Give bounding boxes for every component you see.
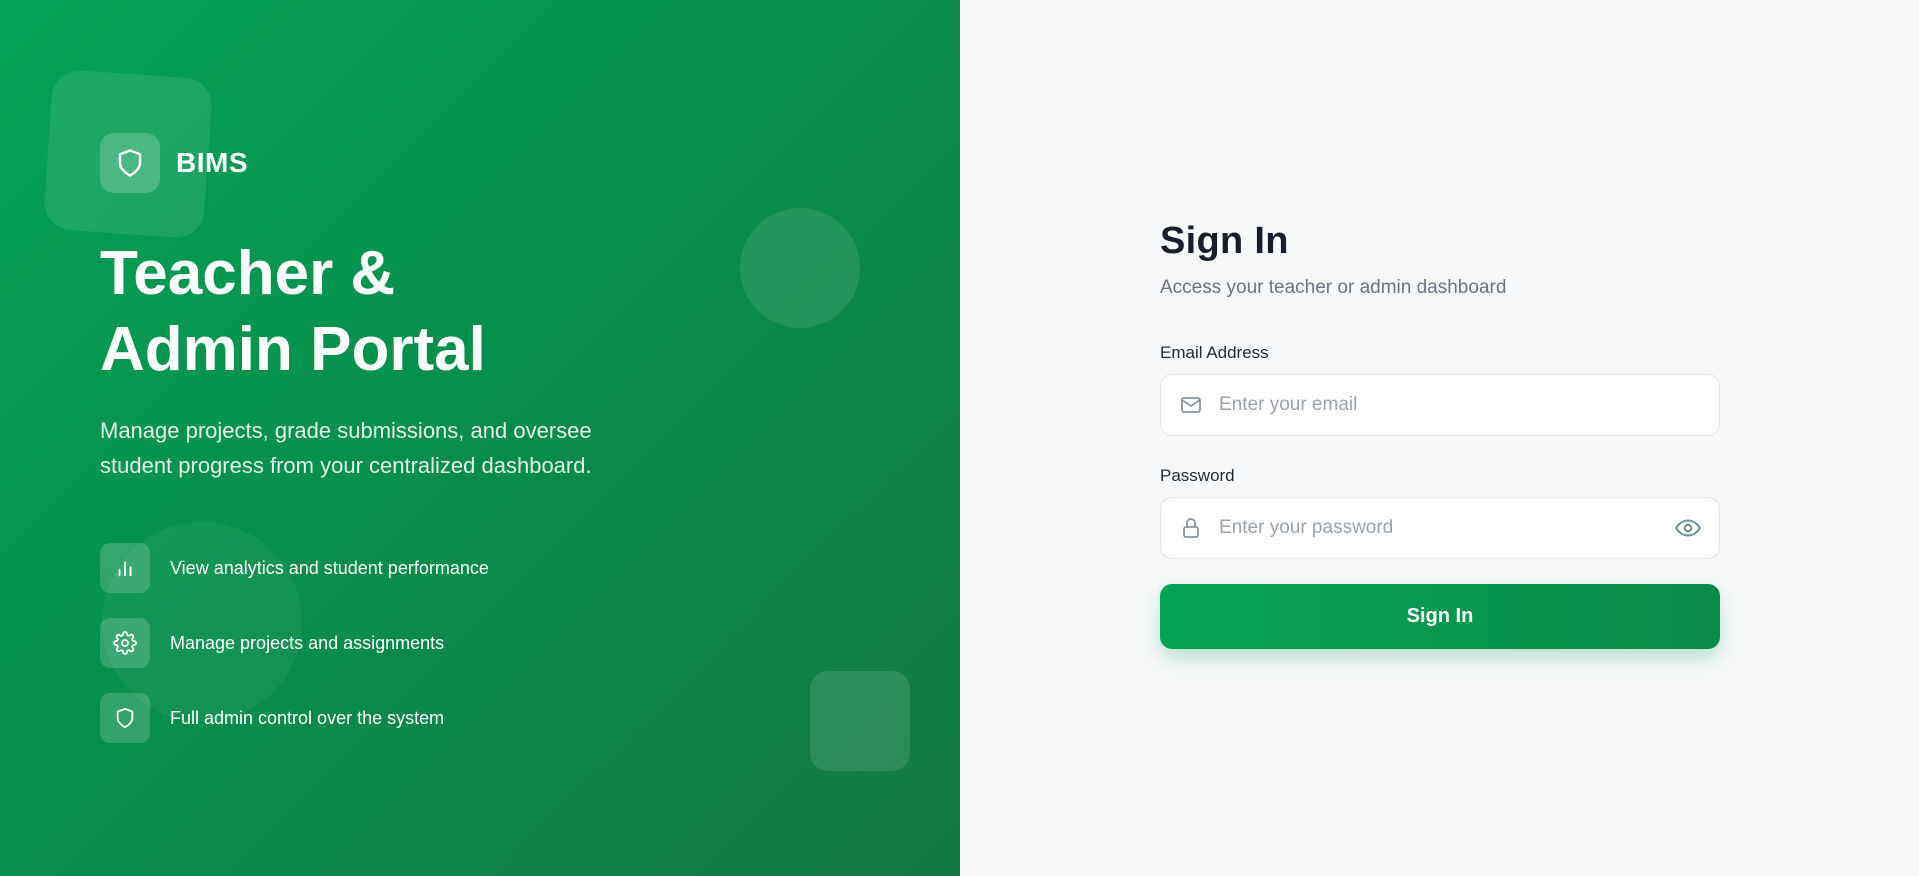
email-input[interactable] bbox=[1219, 394, 1701, 416]
hero-title-line-1: Teacher & bbox=[100, 239, 396, 308]
gear-icon bbox=[100, 618, 150, 668]
hero-panel: BIMS Teacher & Admin Portal Manage proje… bbox=[0, 0, 960, 876]
brand-name: BIMS bbox=[176, 147, 248, 178]
bar-chart-icon bbox=[100, 543, 150, 593]
decorative-circle bbox=[740, 208, 860, 328]
signin-button[interactable]: Sign In bbox=[1160, 584, 1720, 649]
form-title: Sign In bbox=[1160, 220, 1289, 262]
signin-form: Sign In Access your teacher or admin das… bbox=[1160, 220, 1720, 649]
form-subtitle: Access your teacher or admin dashboard bbox=[1160, 277, 1507, 298]
password-input[interactable] bbox=[1219, 517, 1675, 539]
brand: BIMS bbox=[100, 133, 248, 193]
feature-item: Full admin control over the system bbox=[100, 693, 489, 743]
email-field-wrapper bbox=[1160, 374, 1720, 436]
lock-icon bbox=[1179, 516, 1203, 540]
hero-title: Teacher & Admin Portal bbox=[100, 236, 660, 388]
email-label: Email Address bbox=[1160, 343, 1269, 362]
signin-panel: Sign In Access your teacher or admin das… bbox=[960, 0, 1919, 876]
feature-text: Full admin control over the system bbox=[170, 707, 445, 728]
hero-title-line-2: Admin Portal bbox=[100, 315, 486, 384]
eye-icon[interactable] bbox=[1675, 515, 1701, 541]
feature-text: View analytics and student performance bbox=[170, 557, 489, 578]
password-label: Password bbox=[1160, 466, 1235, 485]
feature-item: View analytics and student performance bbox=[100, 543, 489, 593]
hero-description: Manage projects, grade submissions, and … bbox=[100, 418, 592, 478]
password-field-wrapper bbox=[1160, 497, 1720, 559]
decorative-square bbox=[810, 671, 910, 771]
mail-icon bbox=[1179, 393, 1203, 417]
shield-icon bbox=[100, 693, 150, 743]
shield-icon bbox=[100, 133, 160, 193]
feature-text: Manage projects and assignments bbox=[170, 632, 445, 653]
feature-list: View analytics and student performance M… bbox=[100, 543, 489, 768]
feature-item: Manage projects and assignments bbox=[100, 618, 489, 668]
